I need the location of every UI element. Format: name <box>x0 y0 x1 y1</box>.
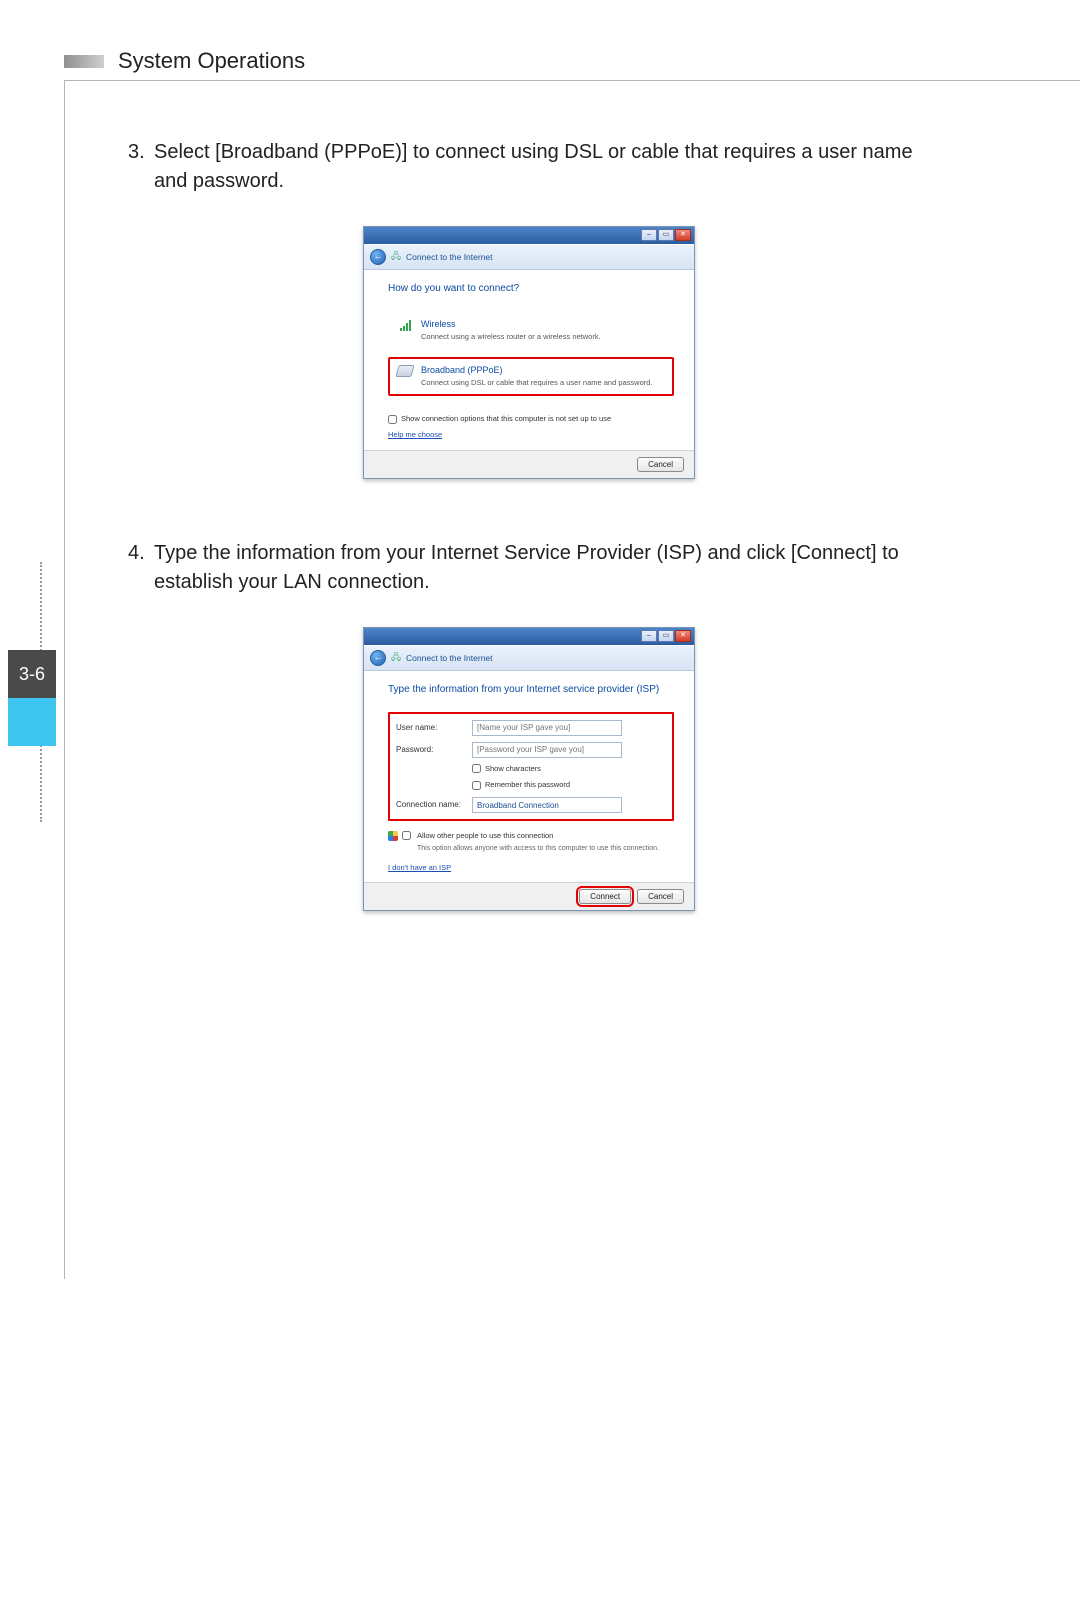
dialog-connect-internet-2: – ▭ ✕ ← 🖧 Connect to the Internet Type t… <box>363 627 695 911</box>
back-button[interactable]: ← <box>370 249 386 265</box>
checkbox[interactable] <box>472 764 481 773</box>
back-button[interactable]: ← <box>370 650 386 666</box>
header-swatch <box>64 55 104 68</box>
no-isp-link[interactable]: I don't have an ISP <box>388 863 451 872</box>
connect-button[interactable]: Connect <box>579 889 631 904</box>
body-content: 3. Select [Broadband (PPPoE)] to connect… <box>128 138 930 971</box>
allow-others-row[interactable]: Allow other people to use this connectio… <box>388 831 674 854</box>
option-broadband-pppoe[interactable]: Broadband (PPPoE) Connect using DSL or c… <box>388 357 674 396</box>
titlebar: – ▭ ✕ <box>364 227 694 244</box>
maximize-icon[interactable]: ▭ <box>658 229 674 241</box>
checkbox[interactable] <box>472 781 481 790</box>
dialog-heading: How do you want to connect? <box>388 282 674 297</box>
help-me-choose-link[interactable]: Help me choose <box>388 430 442 439</box>
accent-box <box>8 698 56 746</box>
titlebar: – ▭ ✕ <box>364 628 694 645</box>
password-label: Password: <box>396 744 466 756</box>
section-header: System Operations <box>64 48 305 74</box>
minimize-icon[interactable]: – <box>641 630 657 642</box>
minimize-icon[interactable]: – <box>641 229 657 241</box>
breadcrumb: ← 🖧 Connect to the Internet <box>364 244 694 270</box>
uac-shield-icon <box>388 831 398 841</box>
cancel-button[interactable]: Cancel <box>637 457 684 472</box>
connection-name-label: Connection name: <box>396 799 466 811</box>
close-icon[interactable]: ✕ <box>675 229 691 241</box>
show-characters-checkbox[interactable]: Show characters <box>472 764 666 775</box>
dialog-connect-internet-1: – ▭ ✕ ← 🖧 Connect to the Internet How do… <box>363 226 695 479</box>
remember-password-checkbox[interactable]: Remember this password <box>472 780 666 791</box>
maximize-icon[interactable]: ▭ <box>658 630 674 642</box>
show-unavailable-checkbox[interactable]: Show connection options that this comput… <box>388 414 674 425</box>
page-number: 3-6 <box>8 650 56 698</box>
step4-text: 4. Type the information from your Intern… <box>128 539 930 597</box>
network-globe-icon: 🖧 <box>391 651 401 664</box>
breadcrumb: ← 🖧 Connect to the Internet <box>364 645 694 671</box>
signal-bars-icon <box>397 318 413 332</box>
modem-icon <box>397 364 413 378</box>
dialog-heading: Type the information from your Internet … <box>388 683 674 698</box>
step3-text: 3. Select [Broadband (PPPoE)] to connect… <box>128 138 930 196</box>
username-input[interactable] <box>472 720 622 736</box>
network-globe-icon: 🖧 <box>391 250 401 263</box>
username-label: User name: <box>396 722 466 734</box>
section-title: System Operations <box>118 48 305 74</box>
connection-name-input[interactable] <box>472 797 622 813</box>
option-wireless[interactable]: Wireless Connect using a wireless router… <box>388 311 674 350</box>
checkbox[interactable] <box>388 415 397 424</box>
breadcrumb-text: Connect to the Internet <box>406 652 492 664</box>
isp-form-highlighted: User name: Password: Show characters <box>388 712 674 822</box>
breadcrumb-text: Connect to the Internet <box>406 251 492 263</box>
checkbox[interactable] <box>402 831 411 840</box>
password-input[interactable] <box>472 742 622 758</box>
cancel-button[interactable]: Cancel <box>637 889 684 904</box>
document-page: System Operations 3-6 3. Select [Broadba… <box>0 0 1080 1619</box>
close-icon[interactable]: ✕ <box>675 630 691 642</box>
